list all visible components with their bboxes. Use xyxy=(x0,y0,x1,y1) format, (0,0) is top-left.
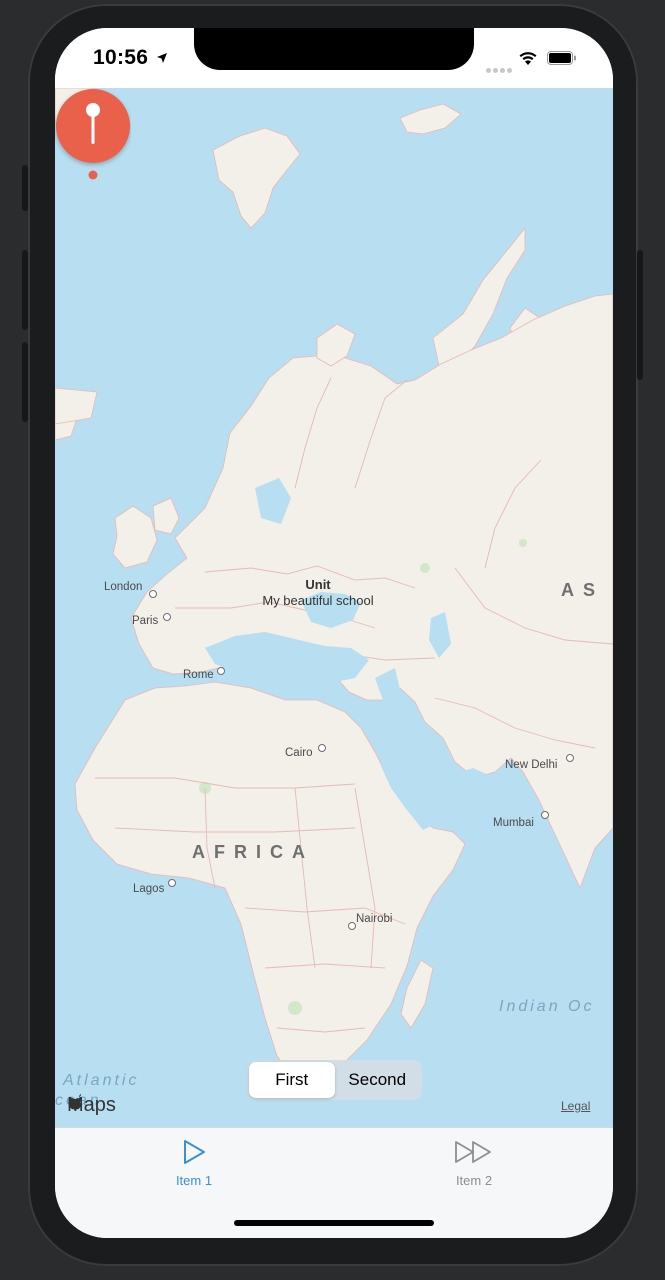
map-view[interactable]: London Paris Rome Cairo New Delhi Mumbai… xyxy=(55,88,613,1127)
city-marker-nairobi[interactable] xyxy=(348,922,356,930)
device-volume-up xyxy=(22,250,28,330)
city-marker-paris[interactable] xyxy=(163,613,171,621)
ocean-label-atlantic: Atlantic xyxy=(63,1072,140,1089)
maps-attribution: Maps xyxy=(67,1094,116,1117)
segment-second[interactable]: Second xyxy=(335,1062,421,1098)
city-marker-rome[interactable] xyxy=(217,667,225,675)
city-label-mumbai: Mumbai xyxy=(493,817,534,829)
apple-logo-icon xyxy=(68,1094,82,1110)
device-notch xyxy=(194,28,474,70)
device-volume-down xyxy=(22,342,28,422)
city-label-london: London xyxy=(104,581,143,593)
screen: 10:56 London Paris Rome Cairo New Delhi … xyxy=(55,28,613,1238)
city-marker-cairo[interactable] xyxy=(318,744,326,752)
tab-item-1[interactable]: Item 1 xyxy=(134,1138,254,1188)
city-label-paris: Paris xyxy=(132,615,159,627)
region-label-asia: AS xyxy=(561,580,605,600)
tab-item-2[interactable]: Item 2 xyxy=(414,1138,534,1188)
city-marker-mumbai[interactable] xyxy=(541,811,549,819)
map-pin-icon[interactable] xyxy=(55,88,131,208)
ocean-label-indian: Indian Oc xyxy=(499,998,595,1015)
wifi-icon xyxy=(519,52,537,65)
fast-forward-icon xyxy=(455,1141,491,1163)
device-mute-switch xyxy=(22,165,28,211)
play-icon xyxy=(184,1140,205,1164)
annotation-subtitle: My beautiful school xyxy=(262,593,374,608)
city-label-lagos: Lagos xyxy=(133,883,165,895)
battery-icon xyxy=(547,51,576,65)
city-label-cairo: Cairo xyxy=(285,747,313,759)
tab-item-2-label: Item 2 xyxy=(455,1173,493,1188)
city-label-rome: Rome xyxy=(183,669,214,681)
signal-icon xyxy=(486,60,514,78)
city-marker-new-delhi[interactable] xyxy=(566,754,574,762)
segmented-control[interactable]: First Second xyxy=(247,1060,422,1100)
device-power-button xyxy=(637,250,643,380)
city-label-nairobi: Nairobi xyxy=(356,913,393,925)
tab-item-1-label: Item 1 xyxy=(175,1173,213,1188)
home-indicator[interactable] xyxy=(234,1220,434,1226)
segment-first[interactable]: First xyxy=(249,1062,335,1098)
status-time: 10:56 xyxy=(93,46,149,69)
annotation-title: Unit xyxy=(305,577,331,592)
city-marker-london[interactable] xyxy=(149,590,157,598)
region-label-africa: AFRICA xyxy=(192,842,314,862)
legal-link[interactable]: Legal xyxy=(561,1099,590,1113)
location-arrow-icon xyxy=(157,53,167,63)
city-marker-lagos[interactable] xyxy=(168,879,176,887)
city-label-new-delhi: New Delhi xyxy=(505,759,558,771)
